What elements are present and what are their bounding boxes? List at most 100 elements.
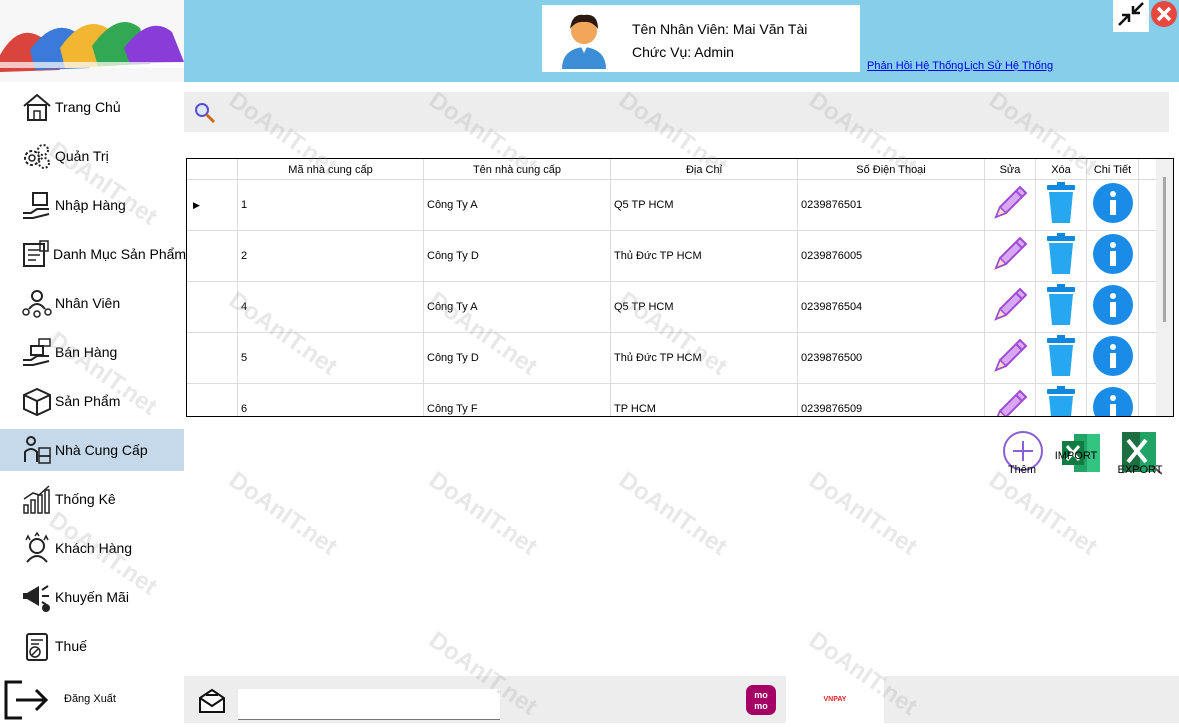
details-button[interactable] [1087,333,1139,384]
delete-button[interactable] [1036,384,1087,416]
sidebar-item-home[interactable]: Trang Chủ [0,86,184,128]
cell-address: Q5 TP HCM [611,282,798,333]
row-header-cell [187,384,238,416]
watermark: DoAnIT.net [223,466,343,561]
system-history-link[interactable]: Lịch Sử Hệ Thống [964,60,1053,72]
catalog-icon [20,237,52,271]
import-goods-icon [20,188,54,222]
pencil-icon [990,183,1030,228]
sidebar-item-products[interactable]: Sản Phẩm [0,380,184,422]
cell-name: Công Ty D [424,231,611,282]
mail-icon[interactable] [198,688,226,719]
sidebar-item-statistics[interactable]: Thống Kê [0,478,184,520]
row-selected-marker: ▶ [187,180,238,231]
table-row[interactable]: 4 Công Ty A Q5 TP HCM 0239876504 [187,281,1157,333]
info-icon [1092,182,1134,229]
row-header-cell [187,333,238,384]
cell-id: 1 [238,180,424,231]
watermark: DoAnIT.net [423,466,543,561]
table-row[interactable]: 6 Công Ty F TP HCM 0239876509 [187,383,1157,416]
row-header-cell [187,282,238,333]
cell-phone: 0239876509 [798,384,985,416]
momo-payment-button[interactable]: mo mo [746,685,776,720]
sidebar-item-import[interactable]: Nhập Hàng [0,184,184,226]
table-row[interactable]: 5 Công Ty D Thủ Đức TP HCM 0239876500 [187,332,1157,384]
pencil-icon [990,336,1030,381]
sidebar-item-employees[interactable]: Nhân Viên [0,282,184,324]
sidebar-item-label: Nhân Viên [55,295,121,311]
column-header-delete[interactable]: Xóa [1036,159,1087,179]
cell-address: Thủ Đức TP HCM [611,333,798,384]
vnpay-logo: VNPAY [823,696,847,703]
export-excel-button[interactable]: EXPORT [1116,430,1166,482]
sidebar-item-label: Sản Phẩm [55,393,121,409]
logout-button[interactable]: Đăng Xuất [0,676,184,723]
search-icon [193,101,217,130]
search-input[interactable] [218,97,460,127]
edit-button[interactable] [985,231,1036,282]
sidebar-item-catalog[interactable]: Danh Mục Sản Phẩm [0,233,187,275]
column-header-details[interactable]: Chi Tiết [1087,159,1139,179]
trash-bin-icon [1043,232,1079,281]
details-button[interactable] [1087,231,1139,282]
cell-name: Công Ty F [424,384,611,416]
pencil-icon [990,234,1030,279]
system-feedback-link[interactable]: Phản Hồi Hệ Thống [867,60,963,72]
edit-button[interactable] [985,333,1036,384]
import-excel-button[interactable]: IMPORT [1055,430,1108,482]
trash-bin-icon [1043,334,1079,383]
column-header-name[interactable]: Tên nhà cung cấp [424,159,611,179]
employee-name: Tên Nhân Viên: Mai Văn Tài [632,21,808,37]
cell-name: Công Ty D [424,333,611,384]
sidebar-item-customers[interactable]: Khách Hàng [0,527,184,569]
sidebar-item-label: Danh Mục Sản Phẩm [53,246,187,262]
table-row[interactable]: 2 Công Ty D Thủ Đức TP HCM 0239876005 [187,230,1157,282]
details-button[interactable] [1087,180,1139,231]
sidebar-item-label: Thống Kê [55,491,116,507]
cell-id: 5 [238,333,424,384]
edit-button[interactable] [985,180,1036,231]
sidebar-item-label: Bán Hàng [55,344,118,360]
sales-icon [20,335,54,369]
sidebar-item-label: Trang Chủ [55,99,121,115]
add-supplier-button[interactable]: Thêm [1000,430,1050,482]
delete-button[interactable] [1036,231,1087,282]
edit-button[interactable] [985,384,1036,416]
sidebar-item-label: Quản Trị [55,148,109,164]
vnpay-payment-button[interactable]: VNPAY [786,676,884,723]
row-header-column [187,159,238,179]
details-button[interactable] [1087,282,1139,333]
restore-window-button[interactable] [1113,0,1149,32]
delete-button[interactable] [1036,180,1087,231]
cell-address: TP HCM [611,384,798,416]
table-row[interactable]: ▶ 1 Công Ty A Q5 TP HCM 0239876501 [187,179,1157,231]
sidebar-item-admin[interactable]: Quản Trị [0,135,184,177]
cell-name: Công Ty A [424,282,611,333]
scrollbar-thumb[interactable] [1163,177,1166,322]
delete-button[interactable] [1036,333,1087,384]
logout-icon [2,678,50,727]
supplier-icon [20,433,54,467]
cell-name: Công Ty A [424,180,611,231]
sidebar-item-tax[interactable]: Thuế [0,625,184,667]
column-header-address[interactable]: Địa Chỉ [611,159,798,179]
delete-button[interactable] [1036,282,1087,333]
sidebar-item-promotions[interactable]: Khuyến Mãi [0,576,184,618]
sidebar-item-label: Thuế [55,638,87,654]
cell-phone: 0239876005 [798,231,985,282]
message-input[interactable] [238,689,500,720]
logout-label: Đăng Xuất [64,693,116,705]
sidebar-item-label: Nhà Cung Cấp [55,442,148,458]
sidebar-item-suppliers[interactable]: Nhà Cung Cấp [0,429,184,471]
sidebar-item-sales[interactable]: Bán Hàng [0,331,184,373]
watermark: DoAnIT.net [803,466,923,561]
column-header-edit[interactable]: Sửa [985,159,1036,179]
box-icon [20,384,54,418]
edit-button[interactable] [985,282,1036,333]
details-button[interactable] [1087,384,1139,416]
close-window-button[interactable] [1149,0,1179,32]
collapse-arrows-icon [1116,0,1146,33]
table-scrollbar[interactable] [1156,159,1173,416]
column-header-phone[interactable]: Số Điện Thoại [798,159,985,179]
column-header-id[interactable]: Mã nhà cung cấp [238,159,424,179]
